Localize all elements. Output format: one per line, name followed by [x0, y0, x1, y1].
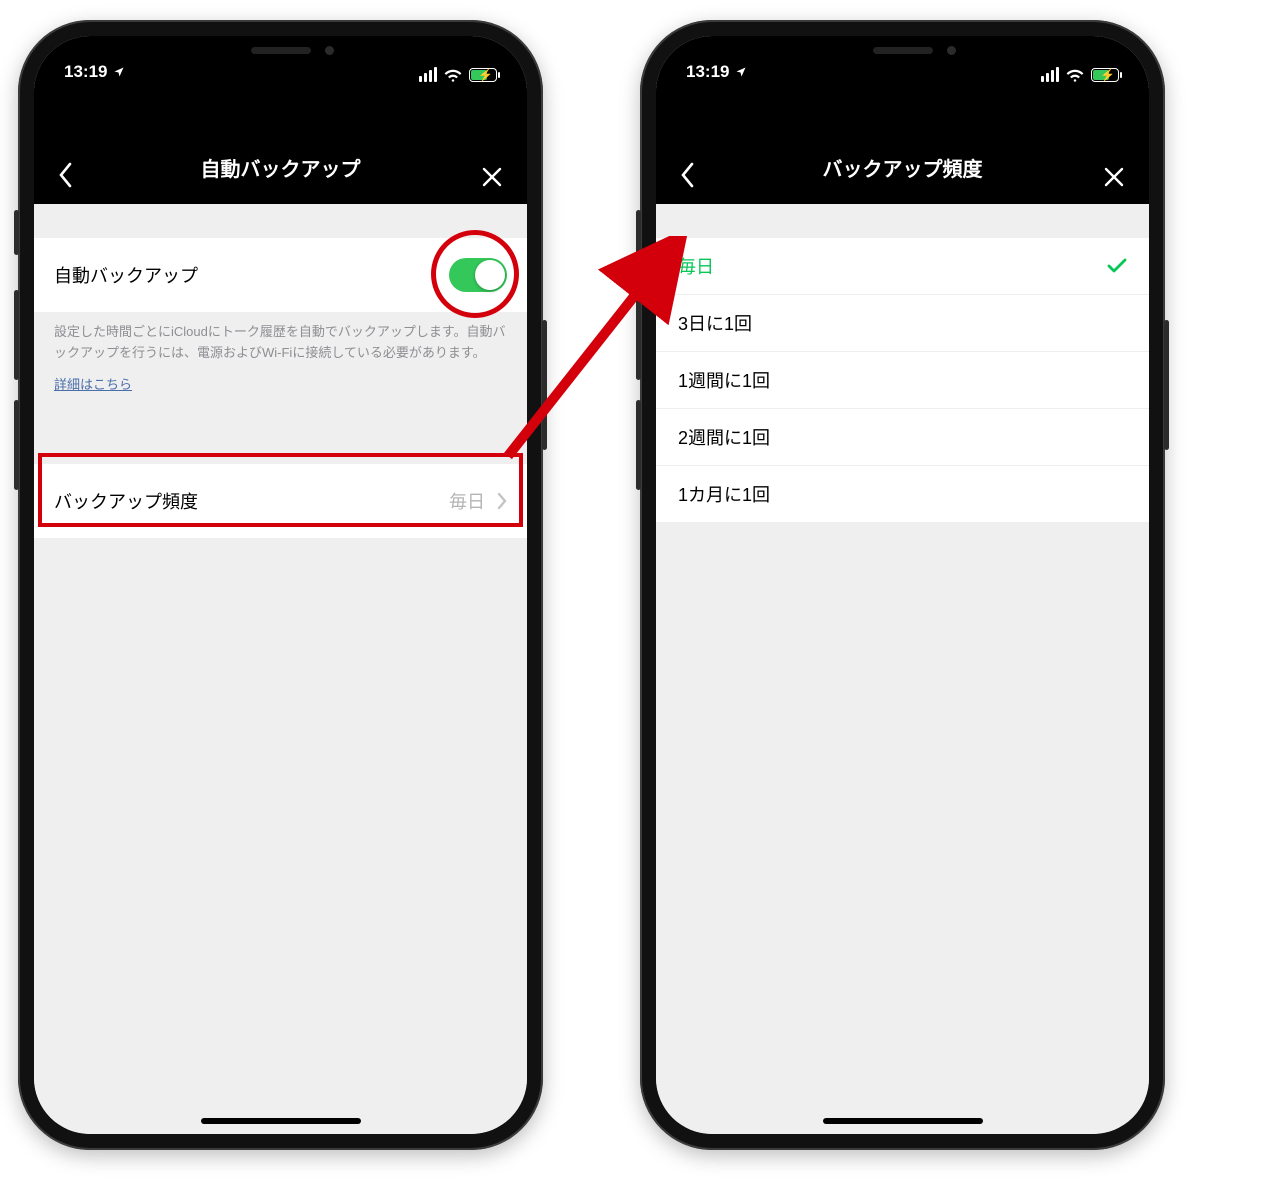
volume-down — [14, 400, 19, 490]
close-button[interactable] — [1103, 166, 1125, 188]
status-time: 13:19 — [686, 62, 729, 82]
phone-left: 13:19 ⚡ 自動バックアップ — [18, 20, 543, 1150]
close-icon — [481, 166, 503, 188]
close-button[interactable] — [481, 166, 503, 188]
backup-frequency-value: 毎日 — [449, 488, 485, 514]
mute-switch — [636, 210, 641, 255]
freq-option-3days[interactable]: 3日に1回 — [656, 294, 1149, 351]
freq-option-biweekly[interactable]: 2週間に1回 — [656, 408, 1149, 465]
backup-frequency-row[interactable]: バックアップ頻度 毎日 — [34, 464, 527, 538]
freq-option-label: 2週間に1回 — [678, 424, 770, 450]
backup-frequency-label: バックアップ頻度 — [54, 488, 198, 514]
auto-backup-description: 設定した時間ごとにiCloudにトーク履歴を自動でバックアップします。自動バック… — [34, 312, 527, 368]
freq-option-daily[interactable]: 毎日 — [656, 238, 1149, 294]
notch — [788, 36, 1018, 68]
navbar: 自動バックアップ — [34, 88, 527, 204]
battery-icon: ⚡ — [469, 68, 497, 82]
back-button[interactable] — [680, 162, 695, 188]
wifi-icon — [1066, 68, 1084, 82]
phone-right: 13:19 ⚡ バックアップ頻度 — [640, 20, 1165, 1150]
check-icon — [1107, 258, 1127, 274]
chevron-right-icon — [497, 492, 507, 510]
location-icon — [735, 66, 747, 78]
chevron-left-icon — [680, 162, 695, 188]
auto-backup-row: 自動バックアップ — [34, 238, 527, 312]
volume-up — [636, 290, 641, 380]
close-icon — [1103, 166, 1125, 188]
home-indicator[interactable] — [201, 1118, 361, 1124]
notch — [166, 36, 396, 68]
freq-option-weekly[interactable]: 1週間に1回 — [656, 351, 1149, 408]
cellular-icon — [1041, 67, 1059, 82]
power-button — [542, 320, 547, 450]
home-indicator[interactable] — [823, 1118, 983, 1124]
cellular-icon — [419, 67, 437, 82]
freq-option-label: 3日に1回 — [678, 310, 752, 336]
freq-option-label: 毎日 — [678, 253, 714, 279]
chevron-left-icon — [58, 162, 73, 188]
page-title: バックアップ頻度 — [823, 153, 983, 204]
status-time: 13:19 — [64, 62, 107, 82]
freq-option-monthly[interactable]: 1カ月に1回 — [656, 465, 1149, 522]
details-link[interactable]: 詳細はこちら — [34, 368, 152, 393]
volume-up — [14, 290, 19, 380]
location-icon — [113, 66, 125, 78]
navbar: バックアップ頻度 — [656, 88, 1149, 204]
volume-down — [636, 400, 641, 490]
frequency-options: 毎日 3日に1回 1週間に1回 2週間に1回 1カ月に1回 — [656, 238, 1149, 522]
wifi-icon — [444, 68, 462, 82]
back-button[interactable] — [58, 162, 73, 188]
freq-option-label: 1カ月に1回 — [678, 481, 770, 507]
mute-switch — [14, 210, 19, 255]
auto-backup-toggle[interactable] — [449, 258, 507, 292]
page-title: 自動バックアップ — [201, 153, 361, 204]
battery-icon: ⚡ — [1091, 68, 1119, 82]
power-button — [1164, 320, 1169, 450]
auto-backup-label: 自動バックアップ — [54, 262, 198, 288]
freq-option-label: 1週間に1回 — [678, 367, 770, 393]
